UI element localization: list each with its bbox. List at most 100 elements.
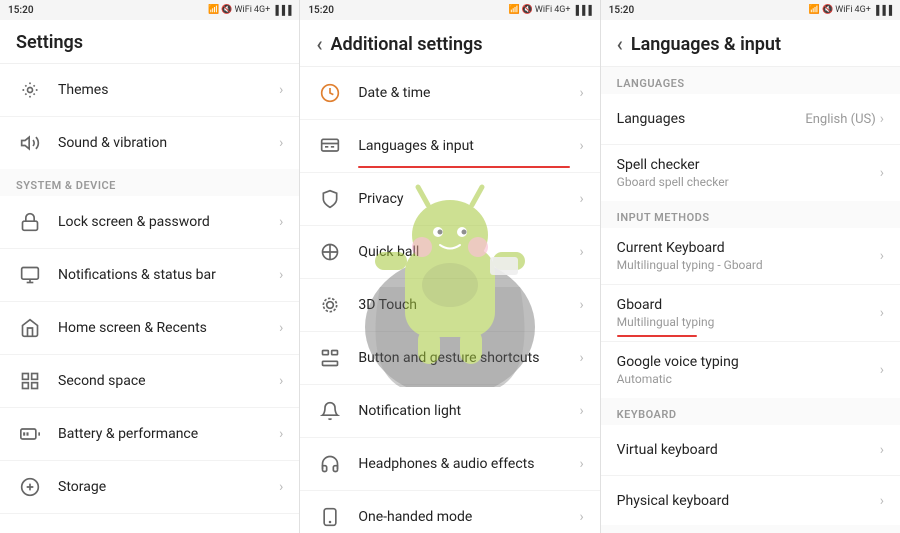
storage-label: Storage <box>58 479 279 495</box>
lock-icon <box>16 208 44 236</box>
status-bar-3: 15:20 📶🔇WiFi4G+▐▐▐ <box>601 0 900 20</box>
notificationlight-icon <box>316 397 344 425</box>
physicalkeyboard-text: Physical keyboard <box>617 493 880 509</box>
nav-item-onehanded[interactable]: One-handed mode › <box>300 490 599 533</box>
onehanded-icon <box>316 503 344 531</box>
sidebar-item-secondspace[interactable]: Second space › <box>0 354 299 407</box>
nav-item-quickball[interactable]: Quick ball › <box>300 225 599 278</box>
themes-icon <box>16 76 44 104</box>
headphones-chevron: › <box>579 456 583 472</box>
lockscreen-label: Lock screen & password <box>58 214 279 230</box>
status-icons-2: 📶🔇WiFi4G+▐▐▐ <box>508 5 591 16</box>
headphones-text: Headphones & audio effects <box>358 456 579 472</box>
lang-item-spellchecker[interactable]: Spell checker Gboard spell checker › <box>601 144 900 201</box>
homescreen-label: Home screen & Recents <box>58 320 279 336</box>
notifications-text: Notifications & status bar <box>58 267 279 283</box>
physicalkeyboard-chevron: › <box>880 493 884 509</box>
googlevoice-chevron: › <box>880 362 884 378</box>
onehanded-chevron: › <box>579 509 583 525</box>
buttongesture-text: Button and gesture shortcuts <box>358 350 579 366</box>
privacy-text: Privacy <box>358 191 579 207</box>
lang-item-virtualkeyboard[interactable]: Virtual keyboard › <box>601 425 900 475</box>
lang-item-physicalkeyboard[interactable]: Physical keyboard › <box>601 475 900 525</box>
battery-label: Battery & performance <box>58 426 279 442</box>
sidebar-item-lockscreen[interactable]: Lock screen & password › <box>0 196 299 248</box>
gboard-text: Gboard Multilingual typing <box>617 297 880 329</box>
battery-icon <box>16 420 44 448</box>
nav-item-headphones[interactable]: Headphones & audio effects › <box>300 437 599 490</box>
lang-item-languages[interactable]: Languages English (US) › <box>601 94 900 144</box>
storage-icon <box>16 473 44 501</box>
lockscreen-chevron: › <box>279 214 283 230</box>
spellchecker-chevron: › <box>880 165 884 181</box>
currentkeyboard-chevron: › <box>880 248 884 264</box>
nav-item-languages[interactable]: Languages & input › <box>300 119 599 172</box>
homescreen-chevron: › <box>279 320 283 336</box>
languages-icon <box>316 132 344 160</box>
additional-icon <box>16 526 44 533</box>
privacy-icon <box>316 185 344 213</box>
themes-chevron: › <box>279 82 283 98</box>
nav-item-datetime[interactable]: Date & time › <box>300 67 599 119</box>
buttongesture-icon <box>316 344 344 372</box>
virtualkeyboard-chevron: › <box>880 442 884 458</box>
googlevoice-label: Google voice typing <box>617 354 880 370</box>
sidebar-item-battery[interactable]: Battery & performance › <box>0 407 299 460</box>
status-icons-3: 📶🔇WiFi4G+▐▐▐ <box>809 5 892 16</box>
sidebar-item-notifications[interactable]: Notifications & status bar › <box>0 248 299 301</box>
storage-chevron: › <box>279 479 283 495</box>
buttongesture-chevron: › <box>579 350 583 366</box>
additional-settings-panel: ‹ Additional settings Date & time › <box>300 20 600 533</box>
status-bar-1: 15:20 📶🔇WiFi4G+▐▐▐ <box>0 0 300 20</box>
privacy-chevron: › <box>579 191 583 207</box>
back-arrow-languages[interactable]: ‹ <box>617 32 623 56</box>
onehanded-label: One-handed mode <box>358 509 579 525</box>
datetime-icon <box>316 79 344 107</box>
homescreen-text: Home screen & Recents <box>58 320 279 336</box>
storage-text: Storage <box>58 479 279 495</box>
sidebar-item-themes[interactable]: Themes › <box>0 64 299 116</box>
nav-item-3dtouch[interactable]: 3D Touch › <box>300 278 599 331</box>
sound-label: Sound & vibration <box>58 135 279 151</box>
nav-item-buttongesture[interactable]: Button and gesture shortcuts › <box>300 331 599 384</box>
languages-content: LANGUAGES Languages English (US) › Spell… <box>601 67 900 533</box>
system-section-label: SYSTEM & DEVICE <box>0 169 299 196</box>
nav-item-notificationlight[interactable]: Notification light › <box>300 384 599 437</box>
home-icon <box>16 314 44 342</box>
additional-header: ‹ Additional settings <box>300 20 599 67</box>
lang-item-googlevoice[interactable]: Google voice typing Automatic › <box>601 341 900 398</box>
notificationlight-text: Notification light <box>358 403 579 419</box>
nav-item-privacy[interactable]: Privacy › <box>300 172 599 225</box>
languages-label: Languages & input <box>358 138 579 154</box>
sidebar-item-additional[interactable]: Additional settings › <box>0 513 299 533</box>
3dtouch-label: 3D Touch <box>358 297 579 313</box>
settings-panel: Settings Themes › <box>0 20 300 533</box>
quickball-chevron: › <box>579 244 583 260</box>
lang-item-currentkeyboard[interactable]: Current Keyboard Multilingual typing - G… <box>601 228 900 284</box>
sound-icon <box>16 129 44 157</box>
languages-chevron: › <box>579 138 583 154</box>
buttongesture-label: Button and gesture shortcuts <box>358 350 579 366</box>
status-icons-1: 📶🔇WiFi4G+▐▐▐ <box>208 5 291 16</box>
physicalkeyboard-label: Physical keyboard <box>617 493 880 509</box>
languages-item-label: Languages <box>617 111 806 127</box>
settings-header: Settings <box>0 20 299 64</box>
headphones-icon <box>316 450 344 478</box>
3dtouch-chevron: › <box>579 297 583 313</box>
languages-header: ‹ Languages & input <box>601 20 900 67</box>
languages-active-indicator <box>358 166 569 168</box>
notifications-chevron: › <box>279 267 283 283</box>
sidebar-item-homescreen[interactable]: Home screen & Recents › <box>0 301 299 354</box>
notificationlight-chevron: › <box>579 403 583 419</box>
datetime-chevron: › <box>579 85 583 101</box>
spellchecker-label: Spell checker <box>617 157 880 173</box>
status-bar-2: 15:20 📶🔇WiFi4G+▐▐▐ <box>300 0 600 20</box>
notificationlight-label: Notification light <box>358 403 579 419</box>
sidebar-item-sound[interactable]: Sound & vibration › <box>0 116 299 169</box>
back-arrow-additional[interactable]: ‹ <box>316 32 322 56</box>
sidebar-item-storage[interactable]: Storage › <box>0 460 299 513</box>
notifications-icon <box>16 261 44 289</box>
lang-item-gboard[interactable]: Gboard Multilingual typing › <box>601 284 900 341</box>
keyboard-section-label: KEYBOARD <box>601 398 900 425</box>
languages-text: Languages & input <box>358 138 579 154</box>
